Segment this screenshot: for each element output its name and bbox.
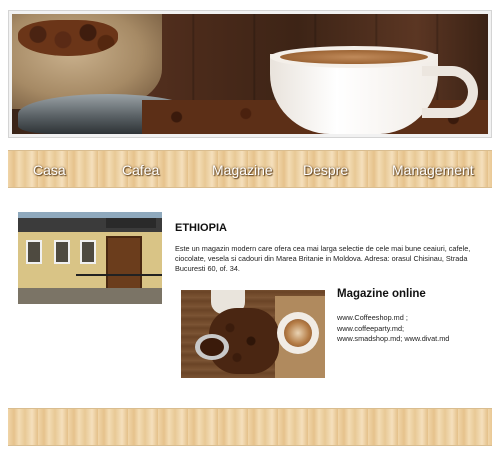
main-navigation: Casa Cafea Magazine Despre Management xyxy=(8,150,492,188)
nav-item-management[interactable]: Management xyxy=(392,151,474,189)
shop-link-coffeeshop[interactable]: www.Coffeeshop.md ; xyxy=(337,313,497,324)
store-description: Este un magazin modern care ofera cea ma… xyxy=(175,244,471,273)
nav-item-casa[interactable]: Casa xyxy=(33,151,66,189)
page: Casa Cafea Magazine Despre Management ET… xyxy=(0,0,500,451)
coffee-banner-image xyxy=(12,14,488,134)
header-banner xyxy=(8,10,492,138)
store-title: ETHIOPIA xyxy=(175,222,227,234)
nav-item-magazine[interactable]: Magazine xyxy=(212,151,273,189)
online-shops-links: www.Coffeeshop.md ; www.coffeeparty.md; … xyxy=(337,313,497,345)
shop-link-coffeeparty[interactable]: www.coffeeparty.md; xyxy=(337,324,497,335)
nav-item-cafea[interactable]: Cafea xyxy=(122,151,159,189)
online-shops-title: Magazine online xyxy=(337,288,426,300)
footer-bar xyxy=(8,408,492,446)
shop-link-smadshop-divat[interactable]: www.smadshop.md; www.divat.md xyxy=(337,334,497,345)
store-front-photo xyxy=(18,212,162,304)
coffee-products-photo xyxy=(181,290,325,378)
nav-item-despre[interactable]: Despre xyxy=(303,151,348,189)
coffee-beans-image xyxy=(18,20,118,56)
